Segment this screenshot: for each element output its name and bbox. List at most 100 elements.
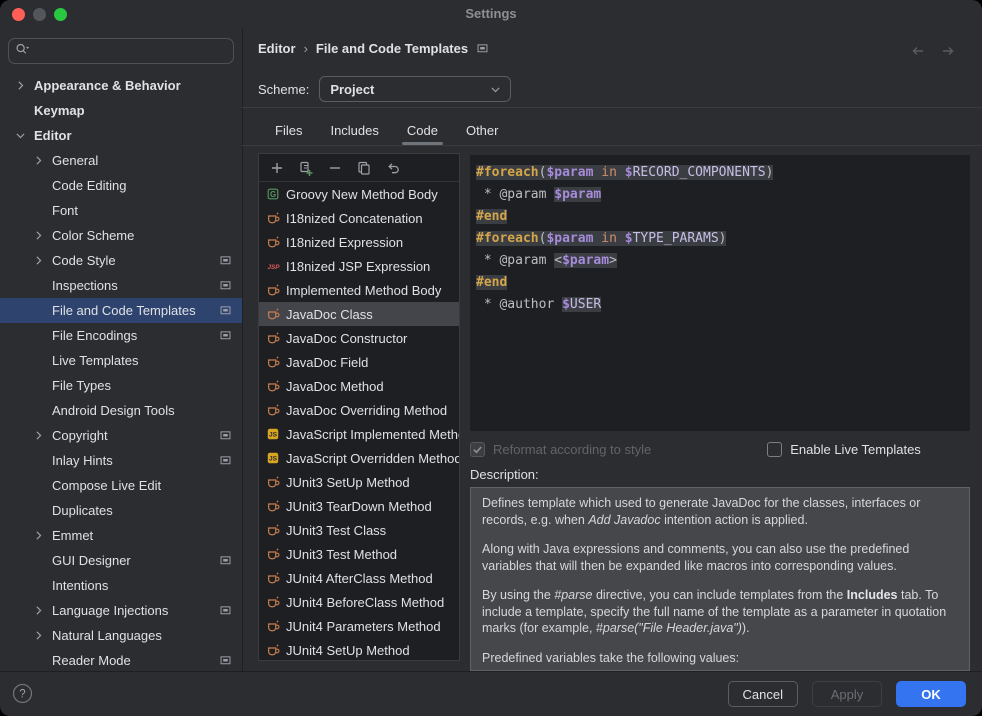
tab-files[interactable]: Files — [266, 116, 311, 145]
checkbox-box[interactable] — [767, 442, 782, 457]
template-item[interactable]: JavaDoc Constructor — [259, 326, 459, 350]
sidebar-item-copyright[interactable]: Copyright — [0, 423, 242, 448]
history-navigation — [910, 43, 956, 62]
sidebar-item-compose-live-edit[interactable]: Compose Live Edit — [0, 473, 242, 498]
sidebar-item-color-scheme[interactable]: Color Scheme — [0, 223, 242, 248]
code-line: #foreach($param in $TYPE_PARAMS) — [476, 228, 970, 250]
code-line: #foreach($param in $RECORD_COMPONENTS) — [476, 162, 970, 184]
template-item-label: Groovy New Method Body — [286, 187, 438, 202]
sidebar-item-reader-mode[interactable]: Reader Mode — [0, 648, 242, 672]
sidebar-item-general[interactable]: General — [0, 148, 242, 173]
template-item[interactable]: I18nized Concatenation — [259, 206, 459, 230]
sidebar-item-language-injections[interactable]: Language Injections — [0, 598, 242, 623]
template-item[interactable]: JUnit4 SetUp Method — [259, 638, 459, 661]
breadcrumb-editor[interactable]: Editor — [258, 41, 296, 56]
java-icon — [265, 523, 281, 538]
copy-template-icon[interactable] — [356, 160, 372, 176]
java-icon — [265, 379, 281, 394]
description-paragraph: By using the #parse directive, you can i… — [482, 587, 958, 637]
sidebar-item-inspections[interactable]: Inspections — [0, 273, 242, 298]
sidebar-item-label: File Types — [52, 378, 111, 393]
chevron-right-icon[interactable] — [30, 603, 46, 619]
chevron-right-icon[interactable] — [12, 78, 28, 94]
sidebar-item-file-types[interactable]: File Types — [0, 373, 242, 398]
template-item[interactable]: JavaDoc Method — [259, 374, 459, 398]
description-box[interactable]: Defines template which used to generate … — [470, 487, 970, 671]
template-detail: #foreach($param in $RECORD_COMPONENTS) *… — [470, 155, 970, 662]
tab-includes[interactable]: Includes — [321, 116, 387, 145]
template-item[interactable]: JUnit3 Test Method — [259, 542, 459, 566]
sidebar-item-inlay-hints[interactable]: Inlay Hints — [0, 448, 242, 473]
search-input[interactable] — [8, 38, 234, 64]
template-item-label: Implemented Method Body — [286, 283, 441, 298]
apply-button[interactable]: Apply — [812, 681, 882, 707]
description-paragraph: Along with Java expressions and comments… — [482, 541, 958, 574]
template-item[interactable]: I18nized Expression — [259, 230, 459, 254]
chevron-right-icon[interactable] — [30, 228, 46, 244]
template-item[interactable]: JUnit3 TearDown Method — [259, 494, 459, 518]
template-item[interactable]: JavaDoc Class — [259, 302, 459, 326]
sidebar-item-label: GUI Designer — [52, 553, 131, 568]
sidebar-item-label: Color Scheme — [52, 228, 134, 243]
tab-other[interactable]: Other — [457, 116, 508, 145]
back-icon[interactable] — [910, 43, 926, 62]
template-item[interactable]: JUnit4 BeforeClass Method — [259, 590, 459, 614]
chevron-right-icon[interactable] — [30, 153, 46, 169]
template-item-label: JUnit4 BeforeClass Method — [286, 595, 444, 610]
sidebar-item-label: Emmet — [52, 528, 93, 543]
sidebar-item-appearance-behavior[interactable]: Appearance & Behavior — [0, 73, 242, 98]
template-item[interactable]: JavaDoc Overriding Method — [259, 398, 459, 422]
template-item[interactable]: JUnit3 SetUp Method — [259, 470, 459, 494]
scheme-select[interactable]: Project — [319, 76, 511, 102]
template-item[interactable]: JUnit4 AfterClass Method — [259, 566, 459, 590]
add-template-icon[interactable] — [269, 160, 285, 176]
sidebar-item-editor[interactable]: Editor — [0, 123, 242, 148]
sidebar-item-duplicates[interactable]: Duplicates — [0, 498, 242, 523]
description-label: Description: — [470, 467, 970, 482]
checkbox-box[interactable] — [470, 442, 485, 457]
sidebar-item-code-style[interactable]: Code Style — [0, 248, 242, 273]
js-icon: JS — [265, 451, 281, 465]
template-item[interactable]: JSPI18nized JSP Expression — [259, 254, 459, 278]
sidebar-item-gui-designer[interactable]: GUI Designer — [0, 548, 242, 573]
chevron-down-icon[interactable] — [12, 128, 28, 144]
cancel-button[interactable]: Cancel — [728, 681, 798, 707]
sidebar-item-live-templates[interactable]: Live Templates — [0, 348, 242, 373]
sidebar-item-file-encodings[interactable]: File Encodings — [0, 323, 242, 348]
scheme-label: Scheme: — [258, 82, 309, 97]
tab-code[interactable]: Code — [398, 116, 447, 145]
chevron-right-icon[interactable] — [30, 428, 46, 444]
sidebar-item-intentions[interactable]: Intentions — [0, 573, 242, 598]
template-list: GGroovy New Method BodyI18nized Concaten… — [259, 182, 459, 661]
chevron-right-icon[interactable] — [30, 528, 46, 544]
forward-icon[interactable] — [940, 43, 956, 62]
sidebar-item-code-editing[interactable]: Code Editing — [0, 173, 242, 198]
template-item[interactable]: JSJavaScript Implemented Method — [259, 422, 459, 446]
sidebar-item-font[interactable]: Font — [0, 198, 242, 223]
template-tabs: Files Includes Code Other — [266, 116, 507, 145]
sidebar-item-label: Natural Languages — [52, 628, 162, 643]
sidebar-item-android-design-tools[interactable]: Android Design Tools — [0, 398, 242, 423]
template-item[interactable]: JavaDoc Field — [259, 350, 459, 374]
template-item[interactable]: JSJavaScript Overridden Method — [259, 446, 459, 470]
jsp-icon: JSP — [265, 259, 281, 274]
checkbox-enable-live-templates[interactable]: Enable Live Templates — [767, 442, 921, 457]
create-child-template-icon[interactable] — [298, 160, 314, 176]
template-item[interactable]: JUnit3 Test Class — [259, 518, 459, 542]
sidebar-item-label: Font — [52, 203, 78, 218]
template-item[interactable]: JUnit4 Parameters Method — [259, 614, 459, 638]
ok-button[interactable]: OK — [896, 681, 966, 707]
chevron-right-icon[interactable] — [30, 628, 46, 644]
sidebar-item-file-and-code-templates[interactable]: File and Code Templates — [0, 298, 242, 323]
checkbox-reformat-according-to-style[interactable]: Reformat according to style — [470, 442, 651, 457]
template-item[interactable]: Implemented Method Body — [259, 278, 459, 302]
chevron-right-icon[interactable] — [30, 253, 46, 269]
sidebar-item-emmet[interactable]: Emmet — [0, 523, 242, 548]
template-code-editor[interactable]: #foreach($param in $RECORD_COMPONENTS) *… — [470, 155, 970, 431]
sidebar-item-keymap[interactable]: Keymap — [0, 98, 242, 123]
help-icon[interactable]: ? — [11, 682, 34, 708]
template-item[interactable]: GGroovy New Method Body — [259, 182, 459, 206]
remove-template-icon[interactable] — [327, 160, 343, 176]
reset-to-default-icon[interactable] — [385, 160, 401, 176]
sidebar-item-natural-languages[interactable]: Natural Languages — [0, 623, 242, 648]
